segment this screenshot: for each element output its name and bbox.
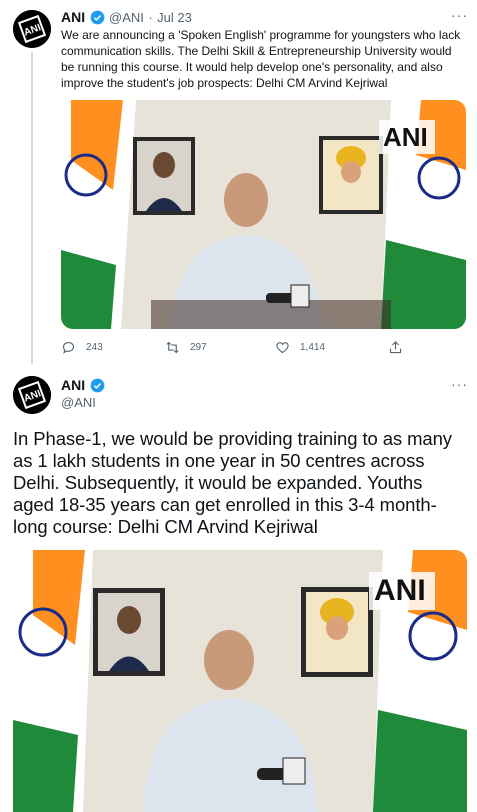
retweet-icon	[166, 341, 179, 354]
retweet-count: 297	[190, 342, 207, 353]
more-options-icon[interactable]: ···	[451, 7, 468, 23]
like-count: 1,414	[300, 342, 326, 353]
retweet-button[interactable]: 297	[165, 340, 207, 355]
tweet1-header: ANI @ANI · Jul 23	[61, 9, 192, 27]
author-name[interactable]: ANI	[61, 9, 85, 25]
author-avatar[interactable]: ANI	[13, 376, 51, 414]
tweet-media[interactable]: ANI	[13, 550, 467, 812]
more-options-icon[interactable]: ···	[451, 376, 468, 392]
separator-dot: ·	[148, 10, 153, 25]
reply-button[interactable]: 243	[61, 340, 103, 355]
verified-badge-icon	[90, 378, 104, 393]
reply-icon	[62, 341, 75, 354]
tweet-text: We are announcing a 'Spoken English' pro…	[61, 28, 461, 90]
like-button[interactable]: 1,414	[275, 340, 325, 355]
tweet-text: In Phase-1, we would be providing traini…	[13, 428, 452, 537]
author-handle[interactable]: @ANI	[109, 10, 144, 25]
thread-line	[31, 52, 33, 364]
like-icon	[276, 342, 289, 354]
tweet-date[interactable]: Jul 23	[157, 10, 192, 25]
tweet-actions: 243 297 1,414	[61, 340, 466, 358]
media-watermark: ANI	[374, 574, 426, 607]
tweet-media[interactable]: ANI	[61, 100, 466, 329]
author-handle[interactable]: @ANI	[61, 395, 96, 410]
ani-logo-icon: ANI	[13, 376, 51, 414]
share-button[interactable]	[388, 340, 403, 360]
tweet2-header: ANI	[61, 377, 105, 395]
media-watermark: ANI	[383, 122, 428, 152]
verified-badge-icon	[90, 10, 104, 25]
reply-count: 243	[86, 342, 103, 353]
share-icon	[389, 341, 402, 354]
author-avatar[interactable]: ANI	[13, 10, 51, 48]
author-name[interactable]: ANI	[61, 377, 85, 393]
ani-logo-icon: ANI	[13, 10, 51, 48]
